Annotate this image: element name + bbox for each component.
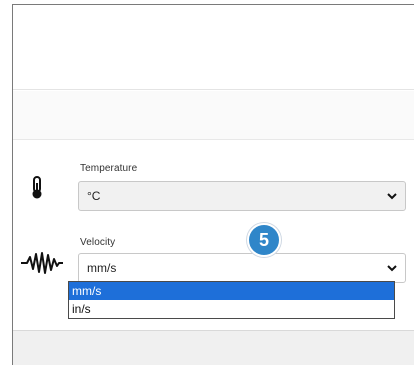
temperature-select-value: °C xyxy=(87,189,101,203)
step-number: 5 xyxy=(258,229,269,250)
temperature-select[interactable]: °C xyxy=(78,181,406,211)
panel-footer xyxy=(13,330,414,365)
panel-subheader xyxy=(13,91,414,140)
velocity-label: Velocity xyxy=(80,237,116,248)
velocity-option-mm-s[interactable]: mm/s xyxy=(69,282,394,300)
vibration-waveform-icon xyxy=(21,251,63,275)
velocity-option-in-s[interactable]: in/s xyxy=(69,300,394,318)
panel-header xyxy=(13,5,414,90)
velocity-select-value: mm/s xyxy=(87,261,117,275)
chevron-down-icon xyxy=(387,193,397,200)
velocity-options-list: mm/s in/s xyxy=(68,281,395,319)
chevron-down-icon xyxy=(387,265,397,272)
thermometer-icon xyxy=(30,176,44,200)
velocity-select[interactable]: mm/s xyxy=(78,253,406,283)
step-number-badge: 5 xyxy=(247,223,281,257)
temperature-label: Temperature xyxy=(80,163,138,174)
